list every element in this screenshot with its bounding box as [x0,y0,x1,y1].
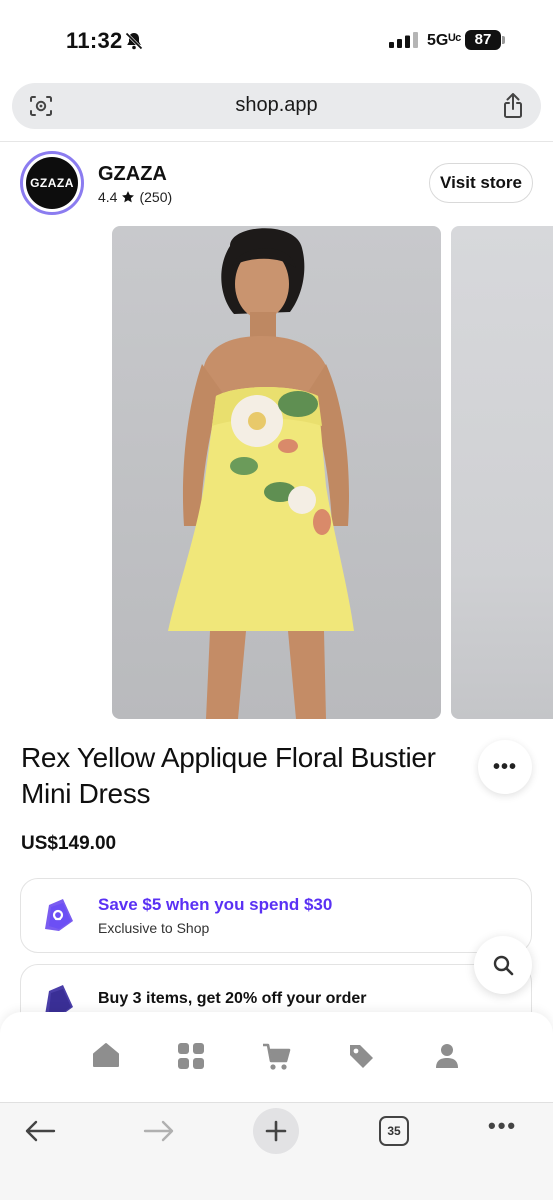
plus-icon [265,1120,287,1142]
offer-card-spend-save[interactable]: Save $5 when you spend $30 Exclusive to … [20,878,532,953]
star-icon [122,191,135,203]
cellular-signal-icon [389,32,419,53]
app-bottom-nav [0,1012,553,1102]
home-icon[interactable] [92,1042,120,1073]
product-image-carousel[interactable] [0,226,553,720]
model-in-yellow-dress-illustration [168,228,354,719]
rating-value: 4.4 [98,189,118,205]
search-button[interactable] [474,936,532,994]
tag-icon[interactable] [347,1042,375,1075]
categories-icon[interactable] [177,1042,205,1075]
review-count: (250) [139,189,173,205]
address-bar[interactable]: shop.app [12,83,541,129]
battery-cap [502,36,505,44]
network-type: 5Gᵁᶜ [427,32,462,49]
search-icon [493,955,514,976]
battery-indicator: 87 [465,30,501,50]
more-options-button[interactable]: ••• [478,740,532,794]
back-arrow-icon[interactable] [24,1119,56,1148]
discount-tag-icon [41,895,77,940]
store-rating: 4.4 (250) [98,189,172,205]
visit-store-button[interactable]: Visit store [429,163,533,203]
new-tab-button[interactable] [253,1108,299,1154]
status-bar: 11:32 5Gᵁᶜ 87 [0,0,553,80]
store-logo[interactable]: GZAZA [20,151,84,215]
product-title: Rex Yellow Applique Floral Bustier Mini … [21,742,436,809]
offer-title: Save $5 when you spend $30 [98,895,333,914]
forward-arrow-icon [143,1119,175,1148]
more-menu-icon[interactable]: ••• [488,1115,517,1137]
account-icon[interactable] [434,1042,460,1075]
share-icon[interactable] [501,92,525,125]
url-text: shop.app [235,94,318,116]
product-price: US$149.00 [21,833,117,854]
browser-toolbar: 35 ••• [0,1102,553,1200]
next-product-photo[interactable] [451,226,553,719]
tabs-button[interactable]: 35 [379,1116,409,1146]
store-name[interactable]: GZAZA [98,163,167,186]
cart-icon[interactable] [261,1042,291,1077]
store-logo-text: GZAZA [26,157,78,209]
offer-title: Buy 3 items, get 20% off your order [98,990,367,1007]
header-divider [0,141,553,142]
silent-bell-icon [124,31,144,56]
offer-subtitle: Exclusive to Shop [98,920,210,936]
status-time: 11:32 [66,28,123,53]
product-photo[interactable] [112,226,441,719]
